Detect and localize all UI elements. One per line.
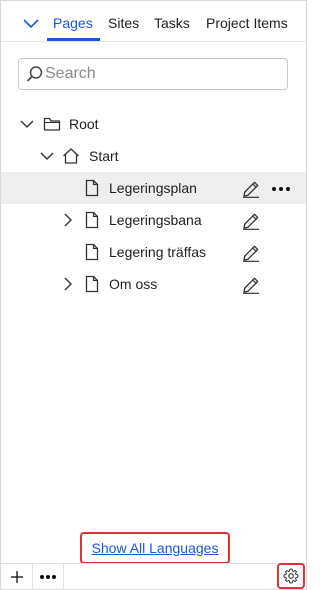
chevron-down-icon[interactable] [40, 149, 54, 163]
bottom-toolbar [1, 563, 306, 590]
tab-project-items[interactable]: Project Items [206, 15, 288, 31]
tree-item-om-oss[interactable]: Om oss [1, 268, 306, 300]
home-icon [63, 148, 79, 164]
tree-item-label[interactable]: Legeringsplan [109, 180, 197, 196]
edit-icon[interactable] [241, 211, 261, 231]
tab-bar: Pages Sites Tasks Project Items [1, 1, 306, 42]
toolbar-divider [63, 564, 64, 590]
more-actions-button[interactable] [35, 564, 61, 590]
pages-panel: Pages Sites Tasks Project Items Root Sta… [0, 0, 307, 590]
tab-pages[interactable]: Pages [53, 15, 93, 31]
chevron-down-icon [23, 19, 39, 29]
active-tab-indicator [47, 38, 100, 41]
settings-button[interactable] [277, 563, 305, 589]
page-icon [85, 179, 99, 197]
tree-item-label[interactable]: Legering träffas [109, 244, 206, 260]
tree-item-label[interactable]: Root [69, 116, 99, 132]
toolbar-divider [32, 564, 33, 590]
chevron-right-icon[interactable] [61, 277, 75, 291]
tree-item-legeringsbana[interactable]: Legeringsbana [1, 204, 306, 236]
tree-item-legering-traffas[interactable]: Legering träffas [1, 236, 306, 268]
tree-item-legeringsplan[interactable]: Legeringsplan [1, 172, 306, 204]
page-icon [85, 211, 99, 229]
show-all-languages-highlight: Show All Languages [80, 532, 230, 564]
gear-icon [283, 568, 299, 584]
tree-item-label[interactable]: Start [89, 148, 119, 164]
search-input[interactable] [44, 60, 287, 88]
collapse-panel-button[interactable] [21, 16, 41, 32]
search-box [18, 58, 288, 90]
search-icon [26, 66, 43, 82]
tree-item-start[interactable]: Start [1, 140, 306, 172]
tree-item-label[interactable]: Legeringsbana [109, 212, 202, 228]
edit-icon[interactable] [241, 275, 261, 295]
tree-item-label[interactable]: Om oss [109, 276, 157, 292]
show-all-languages-link[interactable]: Show All Languages [92, 540, 219, 556]
chevron-down-icon[interactable] [20, 117, 34, 131]
plus-icon [11, 571, 23, 583]
tab-tasks[interactable]: Tasks [154, 15, 190, 31]
tab-sites[interactable]: Sites [108, 15, 139, 31]
chevron-right-icon[interactable] [61, 213, 75, 227]
add-button[interactable] [5, 564, 29, 590]
edit-icon[interactable] [241, 179, 261, 199]
more-options-icon [40, 575, 56, 579]
folder-icon [43, 117, 61, 131]
page-icon [85, 275, 99, 293]
edit-icon[interactable] [241, 243, 261, 263]
page-icon [85, 243, 99, 261]
tree-item-root[interactable]: Root [1, 108, 306, 140]
more-options-icon[interactable] [271, 179, 291, 199]
